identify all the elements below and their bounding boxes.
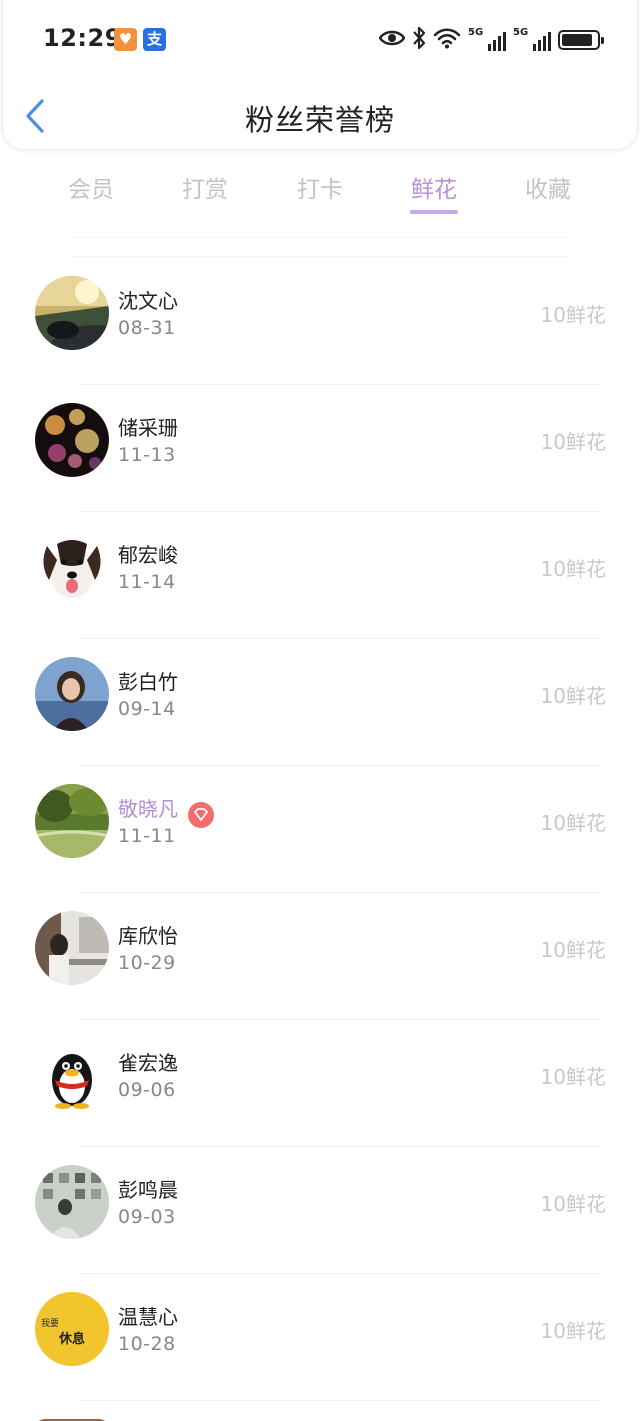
shopping-app-icon: ♥: [114, 28, 137, 51]
tab-reward[interactable]: 打赏: [160, 170, 250, 204]
list-item[interactable]: 储采珊 11-13 10鲜花: [0, 385, 640, 512]
fan-date: 10-28: [118, 1333, 176, 1355]
page-title: 粉丝荣誉榜: [244, 103, 395, 137]
bluetooth-icon: [412, 26, 426, 54]
list-item[interactable]: 沈文心 08-31 10鲜花: [0, 258, 640, 385]
fan-date: 09-03: [118, 1206, 176, 1228]
cellular-signal-icon: 5G: [513, 27, 551, 53]
tab-label: 会员: [68, 177, 114, 203]
fan-name: 雀宏逸: [118, 1051, 178, 1075]
fan-date: 09-06: [118, 1079, 176, 1101]
flower-amount: 10鲜花: [540, 1065, 606, 1089]
girl-portrait-avatar: [35, 657, 109, 731]
list-item[interactable]: 我要 休息 温慧心 10-28 10鲜花: [0, 1274, 640, 1401]
avatar-caption: 休息: [59, 1332, 86, 1347]
fan-date: 08-31: [118, 317, 176, 339]
avatar-caption: 我要: [41, 1319, 60, 1329]
bokeh-lights-avatar: [35, 403, 109, 477]
flower-amount: 10鲜花: [540, 1319, 606, 1343]
fan-name: 彭白竹: [118, 670, 178, 694]
active-tab-indicator: [410, 210, 458, 214]
tab-label: 收藏: [525, 177, 571, 203]
car-dashboard-avatar: [35, 276, 109, 350]
tab-bar: 会员 打赏 打卡 鲜花 收藏: [0, 170, 640, 220]
divider: [70, 237, 570, 238]
status-icons: 5G 5G: [378, 26, 604, 54]
list-item[interactable]: 雀宏逸 09-06 10鲜花: [0, 1020, 640, 1147]
list-item[interactable]: 彭白竹 09-14 10鲜花: [0, 639, 640, 766]
fan-date: 11-14: [118, 571, 176, 593]
network-label: 5G: [468, 27, 484, 38]
yellow-rest-avatar: 我要 休息: [35, 1292, 109, 1366]
fan-date: 09-14: [118, 698, 176, 720]
flower-amount: 10鲜花: [540, 811, 606, 835]
flower-amount: 10鲜花: [540, 430, 606, 454]
flower-amount: 10鲜花: [540, 1192, 606, 1216]
fan-date: 10-29: [118, 952, 176, 974]
fan-name: 储采珊: [118, 416, 178, 440]
tab-flowers[interactable]: 鲜花: [389, 170, 479, 214]
fan-name: 郁宏峻: [118, 543, 178, 567]
penguin-avatar: [35, 1038, 109, 1112]
list-item[interactable]: [0, 1401, 640, 1421]
dog-avatar: [35, 530, 109, 604]
room-photo-avatar: [35, 911, 109, 985]
tab-label: 鲜花: [411, 177, 457, 203]
fan-name: 沈文心: [118, 289, 178, 313]
vip-diamond-icon: [188, 802, 214, 828]
battery-icon: [558, 30, 604, 50]
wifi-icon: [433, 27, 461, 53]
tab-favorites[interactable]: 收藏: [503, 170, 593, 204]
tab-member[interactable]: 会员: [46, 170, 136, 204]
tab-label: 打赏: [182, 177, 228, 203]
alipay-icon: 支: [143, 28, 166, 51]
green-park-avatar: [35, 784, 109, 858]
fan-name: 温慧心: [118, 1305, 178, 1329]
eye-icon: [378, 28, 406, 52]
network-label: 5G: [513, 27, 529, 38]
tab-checkin[interactable]: 打卡: [275, 170, 365, 204]
tab-label: 打卡: [297, 177, 343, 203]
flower-amount: 10鲜花: [540, 303, 606, 327]
cellular-signal-icon: 5G: [468, 27, 506, 53]
fan-name: 库欣怡: [118, 924, 178, 948]
gallery-wall-avatar: [35, 1165, 109, 1239]
fan-name: 彭鸣晨: [118, 1178, 178, 1202]
fan-name: 敬晓凡: [118, 797, 178, 821]
status-bar: 12:29 ♥ 支 5G 5G: [0, 22, 640, 58]
divider: [70, 256, 570, 257]
fan-date: 11-11: [118, 825, 176, 847]
list-item[interactable]: 郁宏峻 11-14 10鲜花: [0, 512, 640, 639]
list-item[interactable]: 敬晓凡 11-11 10鲜花: [0, 766, 640, 893]
fan-date: 11-13: [118, 444, 176, 466]
list-item[interactable]: 彭鸣晨 09-03 10鲜花: [0, 1147, 640, 1274]
flower-amount: 10鲜花: [540, 557, 606, 581]
flower-amount: 10鲜花: [540, 684, 606, 708]
flower-amount: 10鲜花: [540, 938, 606, 962]
list-item[interactable]: 库欣怡 10-29 10鲜花: [0, 893, 640, 1020]
status-time: 12:29: [43, 24, 122, 52]
